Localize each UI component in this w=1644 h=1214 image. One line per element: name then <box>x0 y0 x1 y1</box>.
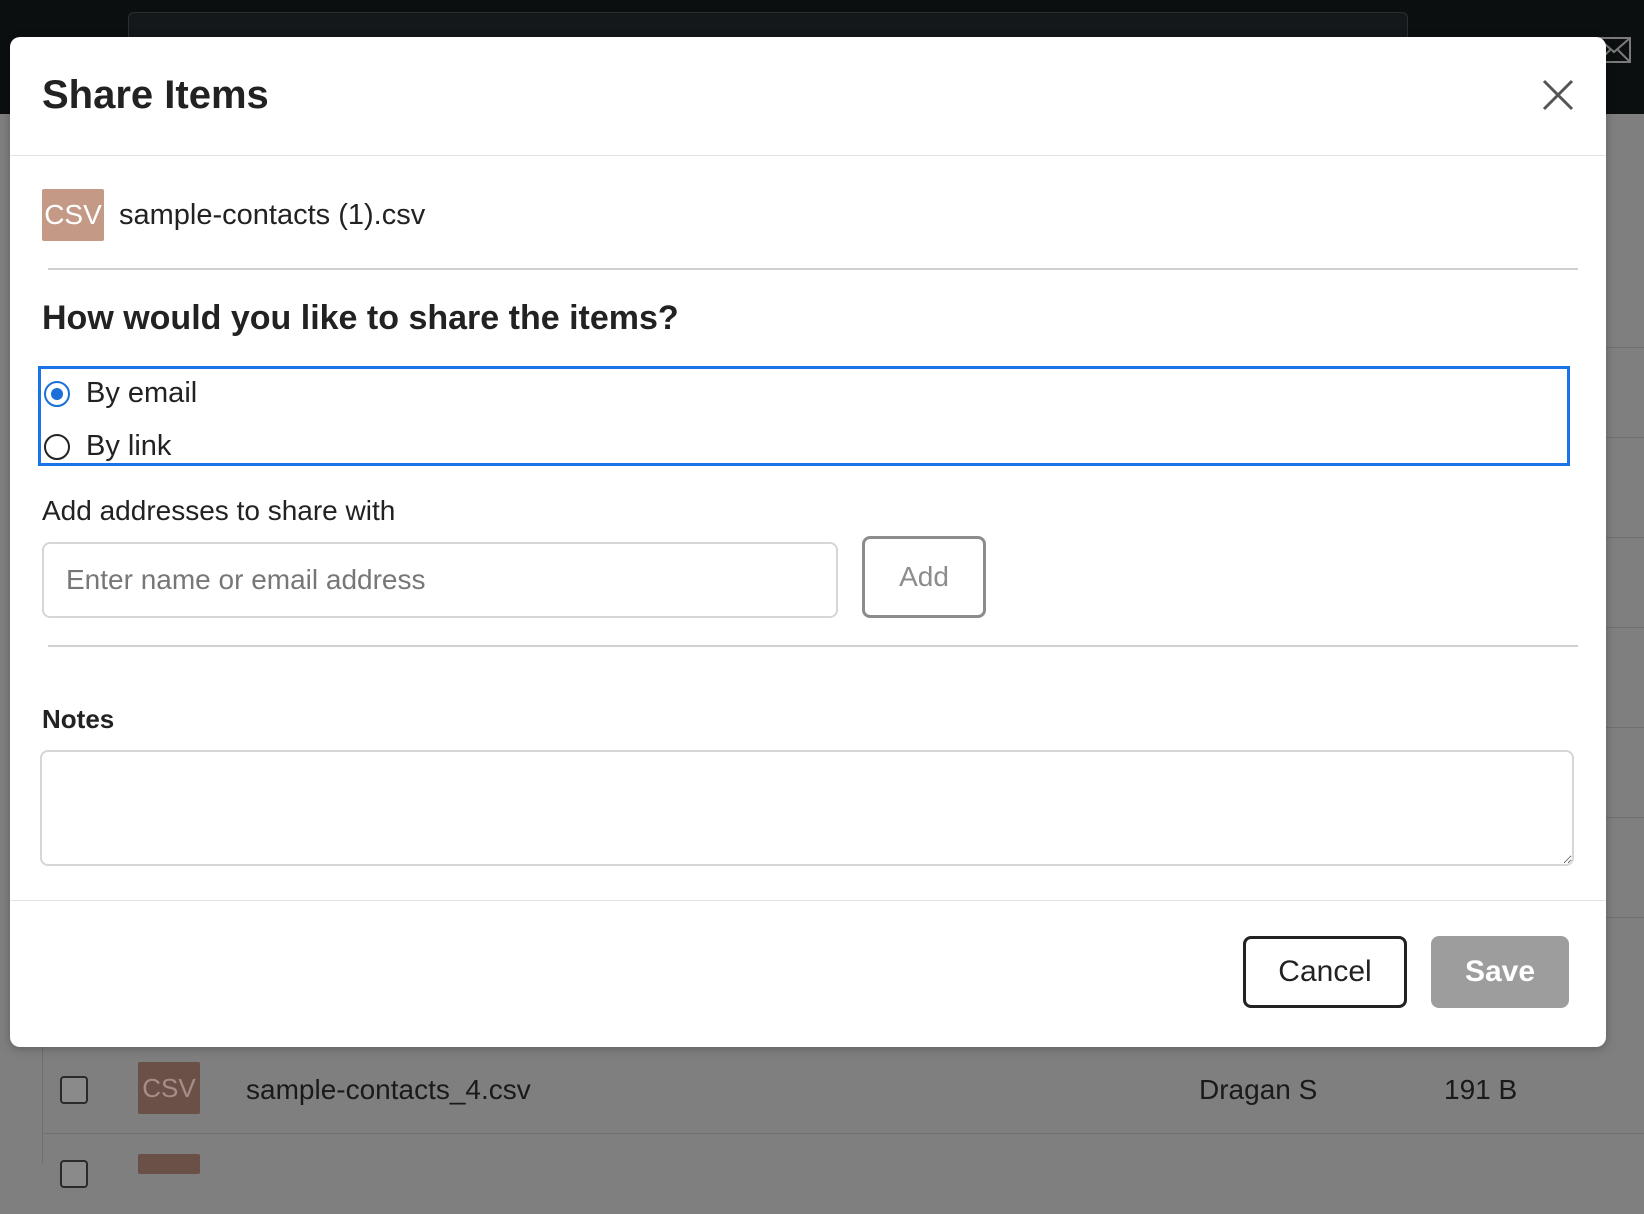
close-icon[interactable] <box>1540 77 1576 113</box>
row-checkbox[interactable] <box>60 1160 88 1188</box>
notes-textarea[interactable] <box>40 750 1574 866</box>
add-address-button[interactable]: Add <box>862 536 986 618</box>
file-owner: Dragan S <box>1199 1074 1318 1105</box>
table-divider <box>1606 347 1644 348</box>
share-method-radio-group: By email By link <box>38 366 1570 466</box>
file-name[interactable]: sample-contacts_4.csv <box>246 1074 531 1106</box>
table-divider <box>1606 437 1644 438</box>
divider <box>48 645 1578 647</box>
table-divider <box>1606 727 1644 728</box>
divider <box>48 268 1578 270</box>
notes-label: Notes <box>42 704 115 734</box>
csv-file-icon <box>138 1154 200 1174</box>
shared-file-name: sample-contacts (1).csv <box>119 199 426 231</box>
cancel-button[interactable]: Cancel <box>1243 936 1407 1008</box>
radio-label: By email <box>86 377 198 409</box>
row-checkbox[interactable] <box>60 1076 88 1104</box>
radio-button[interactable] <box>44 434 70 460</box>
table-divider <box>1606 537 1644 538</box>
addresses-label: Add addresses to share with <box>42 495 396 526</box>
dialog-title: Share Items <box>42 73 269 117</box>
email-input[interactable] <box>42 542 838 618</box>
share-method-question: How would you like to share the items? <box>42 299 679 337</box>
csv-file-icon: CSV <box>138 1062 200 1114</box>
csv-file-icon: CSV <box>42 189 104 241</box>
save-button[interactable]: Save <box>1431 936 1569 1008</box>
table-row[interactable]: CSV sample-contacts_4.csv Dragan S 191 B <box>42 1050 1644 1130</box>
radio-label: By link <box>86 430 172 462</box>
dialog-header: Share Items <box>10 37 1606 156</box>
share-items-dialog: Share Items CSV sample-contacts (1).csv … <box>10 37 1606 1047</box>
dialog-footer-divider <box>10 900 1606 901</box>
table-divider <box>1606 817 1644 818</box>
table-divider <box>1606 917 1644 918</box>
file-size: 191 B <box>1444 1074 1518 1105</box>
radio-button-selected[interactable] <box>44 381 70 407</box>
table-divider <box>1606 627 1644 628</box>
table-row[interactable] <box>42 1134 1644 1214</box>
